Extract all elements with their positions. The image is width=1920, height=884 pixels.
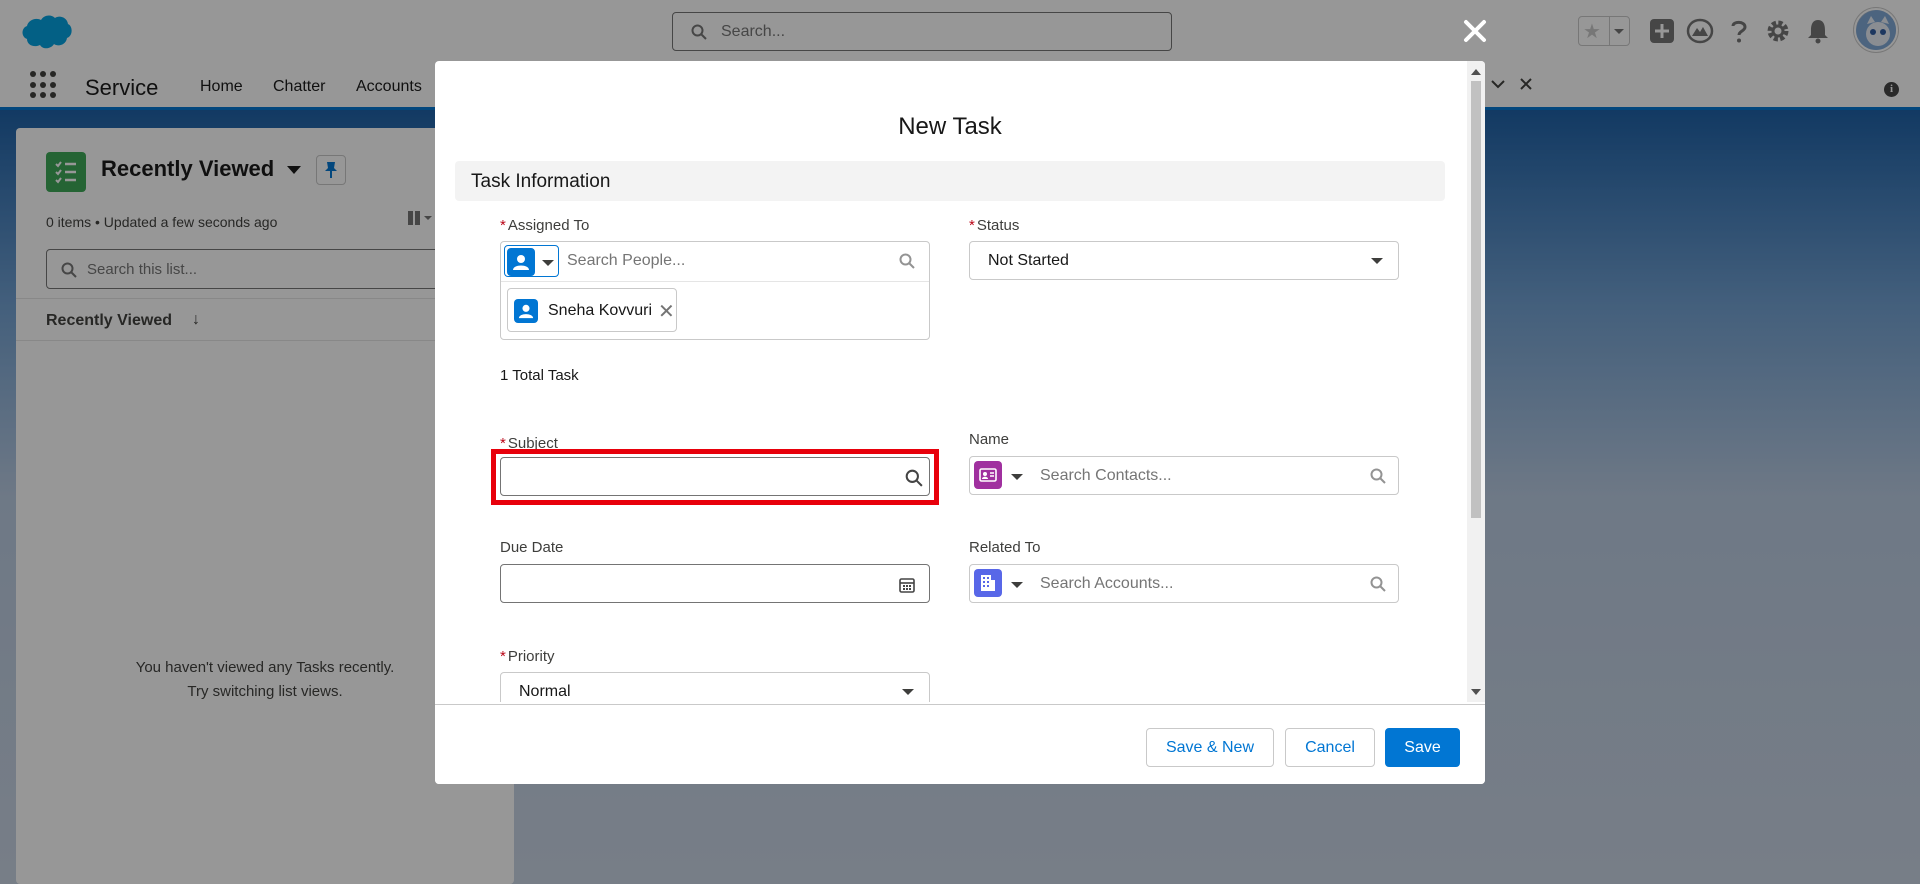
object-switcher-button[interactable] [504,245,559,277]
priority-label: * Priority [500,648,555,665]
search-icon [899,253,915,269]
search-people-input[interactable] [567,248,877,274]
assigned-to-label: * Assigned To [500,217,590,234]
total-task-count: 1 Total Task [500,367,579,384]
required-marker: * [500,648,506,665]
modal-body: New Task Task Information * Assigned To S [435,61,1485,702]
search-icon [1370,468,1386,484]
assigned-to-field: Sneha Kovvuri ✕ [500,241,930,340]
priority-value: Normal [519,683,571,700]
search-contacts-input[interactable] [1040,463,1350,489]
new-task-modal: New Task Task Information * Assigned To S [435,61,1485,784]
due-date-input[interactable] [500,564,930,603]
modal-title: New Task [898,113,1002,140]
chevron-down-icon [542,260,554,266]
search-accounts-input[interactable] [1040,571,1350,597]
priority-select[interactable]: Normal [500,672,930,702]
chevron-down-icon [902,689,914,695]
section-title: Task Information [471,171,611,192]
chevron-down-icon [1011,582,1023,588]
pill-label: Sneha Kovvuri [548,302,653,319]
status-label: * Status [969,217,1020,234]
due-date-label: Due Date [500,539,564,556]
scrollbar-thumb[interactable] [1471,81,1481,518]
assigned-user-pill[interactable]: Sneha Kovvuri ✕ [507,288,677,332]
calendar-icon[interactable] [899,577,915,593]
remove-pill-icon[interactable]: ✕ [658,299,675,324]
user-icon [507,248,535,276]
required-marker: * [500,217,506,234]
name-label: Name [969,431,1010,448]
section-header-task-information[interactable]: Task Information [455,161,1445,201]
contact-icon [974,461,1002,489]
object-switcher-button[interactable] [972,459,1027,493]
chevron-down-icon [1371,258,1383,264]
name-lookup-field [969,456,1399,495]
cancel-button[interactable]: Cancel [1285,728,1375,767]
save-and-new-button[interactable]: Save & New [1146,728,1274,767]
scroll-down-arrow-icon[interactable] [1471,689,1481,695]
close-icon[interactable] [1458,14,1492,48]
subject-field-highlight [491,449,939,505]
scroll-up-arrow-icon[interactable] [1471,69,1481,75]
object-switcher-button[interactable] [972,567,1027,601]
account-icon [974,569,1002,597]
status-value: Not Started [988,252,1069,269]
modal-footer: Save & New Cancel Save [435,704,1485,784]
save-button[interactable]: Save [1385,728,1460,767]
modal-scrollbar[interactable] [1467,61,1485,702]
required-marker: * [969,217,975,234]
divider [501,281,929,282]
search-icon [1370,576,1386,592]
related-to-label: Related To [969,539,1041,556]
user-icon [514,299,538,323]
status-select[interactable]: Not Started [969,241,1399,280]
related-to-lookup-field [969,564,1399,603]
chevron-down-icon [1011,474,1023,480]
